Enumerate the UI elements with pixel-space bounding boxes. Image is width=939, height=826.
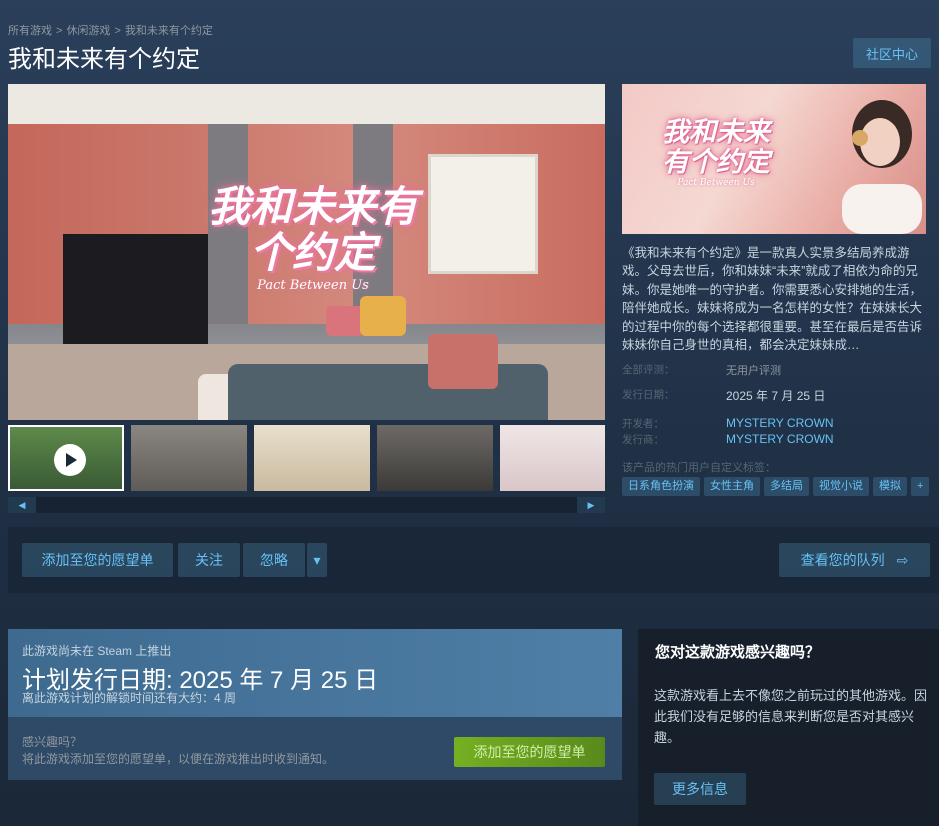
thumbnail-screenshot[interactable] xyxy=(131,425,247,491)
tag-list: 日系角色扮演 女性主角 多结局 视觉小说 模拟 + xyxy=(622,477,930,496)
tag-simulation[interactable]: 模拟 xyxy=(873,477,907,496)
thumbnail-strip xyxy=(8,425,605,493)
release-date-row: 发行日期： 2025 年 7 月 25 日 xyxy=(622,387,825,404)
breadcrumb-separator: > xyxy=(56,25,63,37)
community-hub-button[interactable]: 社区中心 xyxy=(853,38,931,68)
interest-text: 这款游戏看上去不像您之前玩过的其他游戏。因此我们没有足够的信息来判断您是否对其感… xyxy=(654,688,928,745)
developer-label: 开发者： xyxy=(622,418,664,430)
game-description: 《我和未来有个约定》是一款真人实景多结局养成游戏。父母去世后，你和妹妹“未来”就… xyxy=(622,246,923,353)
ignore-dropdown-icon[interactable]: ▾ xyxy=(307,543,327,577)
add-to-wishlist-green-button[interactable]: 添加至您的愿望单 xyxy=(454,737,605,767)
character-illustration xyxy=(842,100,922,234)
thumbnail-screenshot[interactable] xyxy=(377,425,493,491)
game-logo: 我和未来有个约定 Pact Between Us xyxy=(208,182,419,294)
interest-panel: 您对这款游戏感兴趣吗？ 这款游戏看上去不像您之前玩过的其他游戏。因此我们没有足够… xyxy=(638,629,939,826)
reviews-row: 全部评测： 无用户评测 xyxy=(622,362,781,378)
room-window xyxy=(428,154,538,274)
game-logo-cn: 我和未来有个约定 xyxy=(208,182,419,277)
tag-visual-novel[interactable]: 视觉小说 xyxy=(813,477,869,496)
reviews-value: 无用户评测 xyxy=(726,365,781,377)
room-ceiling xyxy=(8,84,605,124)
breadcrumb: 所有游戏 > 休闲游戏 > 我和未来有个约定 xyxy=(8,22,213,38)
game-logo-en: Pact Between Us xyxy=(257,278,369,293)
view-queue-label: 查看您的队列 xyxy=(800,552,885,568)
more-info-button[interactable]: 更多信息 xyxy=(654,773,746,805)
reviews-label: 全部评测： xyxy=(622,364,675,376)
release-date-value: 2025 年 7 月 25 日 xyxy=(726,389,826,403)
scroll-left-icon[interactable]: ◀ xyxy=(8,497,36,513)
publisher-label: 发行商： xyxy=(622,434,664,446)
main-screenshot[interactable]: 我和未来有个约定 Pact Between Us xyxy=(8,84,605,420)
thumbnail-screenshot[interactable] xyxy=(500,425,605,491)
publisher-row: 发行商： MYSTERY CROWN xyxy=(622,432,834,447)
ignore-button[interactable]: 忽略 xyxy=(243,543,305,577)
view-queue-button[interactable]: 查看您的队列 ⇨ xyxy=(779,543,930,577)
follow-button[interactable]: 关注 xyxy=(178,543,240,577)
developer-link[interactable]: MYSTERY CROWN xyxy=(726,416,834,431)
breadcrumb-item-casual[interactable]: 休闲游戏 xyxy=(66,25,110,37)
add-tag-button[interactable]: + xyxy=(911,477,930,496)
scroll-right-icon[interactable]: ▶ xyxy=(577,497,605,513)
page-title: 我和未来有个约定 xyxy=(8,46,200,73)
interest-title: 您对这款游戏感兴趣吗？ xyxy=(655,644,821,661)
capsule-logo-en: Pact Between Us xyxy=(677,178,755,188)
release-date-label: 发行日期： xyxy=(622,389,675,401)
unlock-countdown: 离此游戏计划的解锁时间还有大约：4 周 xyxy=(22,691,237,705)
breadcrumb-separator: > xyxy=(114,25,121,37)
header-capsule: 我和未来 有个约定 Pact Between Us xyxy=(622,84,926,234)
tag-jrpg[interactable]: 日系角色扮演 xyxy=(622,477,700,496)
thumbnail-screenshot[interactable] xyxy=(254,425,370,491)
capsule-logo: 我和未来 有个约定 Pact Between Us xyxy=(646,117,786,189)
room-piano xyxy=(63,234,208,354)
publisher-link[interactable]: MYSTERY CROWN xyxy=(726,432,834,447)
interested-question: 感兴趣吗？ xyxy=(22,735,83,749)
capsule-logo-line2: 有个约定 xyxy=(662,147,770,178)
breadcrumb-item-all-games[interactable]: 所有游戏 xyxy=(8,25,52,37)
tag-female-protagonist[interactable]: 女性主角 xyxy=(704,477,760,496)
release-info: 此游戏尚未在 Steam 上推出 计划发行日期: 2025 年 7 月 25 日… xyxy=(8,629,622,717)
not-released-text: 此游戏尚未在 Steam 上推出 xyxy=(22,644,172,658)
breadcrumb-item-current[interactable]: 我和未来有个约定 xyxy=(125,25,213,37)
capsule-logo-line1: 我和未来 xyxy=(662,117,770,148)
developer-row: 开发者： MYSTERY CROWN xyxy=(622,416,834,431)
pillow xyxy=(360,296,406,336)
arrow-right-icon: ⇨ xyxy=(896,551,909,568)
room-sofa xyxy=(228,364,548,420)
play-icon xyxy=(54,444,86,476)
action-bar: 添加至您的愿望单 关注 忽略 ▾ 查看您的队列 ⇨ xyxy=(8,527,939,593)
tags-label: 该产品的热门用户自定义标签： xyxy=(622,462,776,474)
pillow xyxy=(428,334,498,389)
thumbnail-video[interactable] xyxy=(8,425,124,491)
coming-soon-box: 此游戏尚未在 Steam 上推出 计划发行日期: 2025 年 7 月 25 日… xyxy=(8,629,622,780)
add-to-wishlist-button[interactable]: 添加至您的愿望单 xyxy=(22,543,173,577)
tag-multiple-endings[interactable]: 多结局 xyxy=(764,477,809,496)
interested-text: 将此游戏添加至您的愿望单，以便在游戏推出时收到通知。 xyxy=(22,752,335,766)
thumbnail-scrollbar[interactable]: ◀ ▶ xyxy=(8,497,605,513)
